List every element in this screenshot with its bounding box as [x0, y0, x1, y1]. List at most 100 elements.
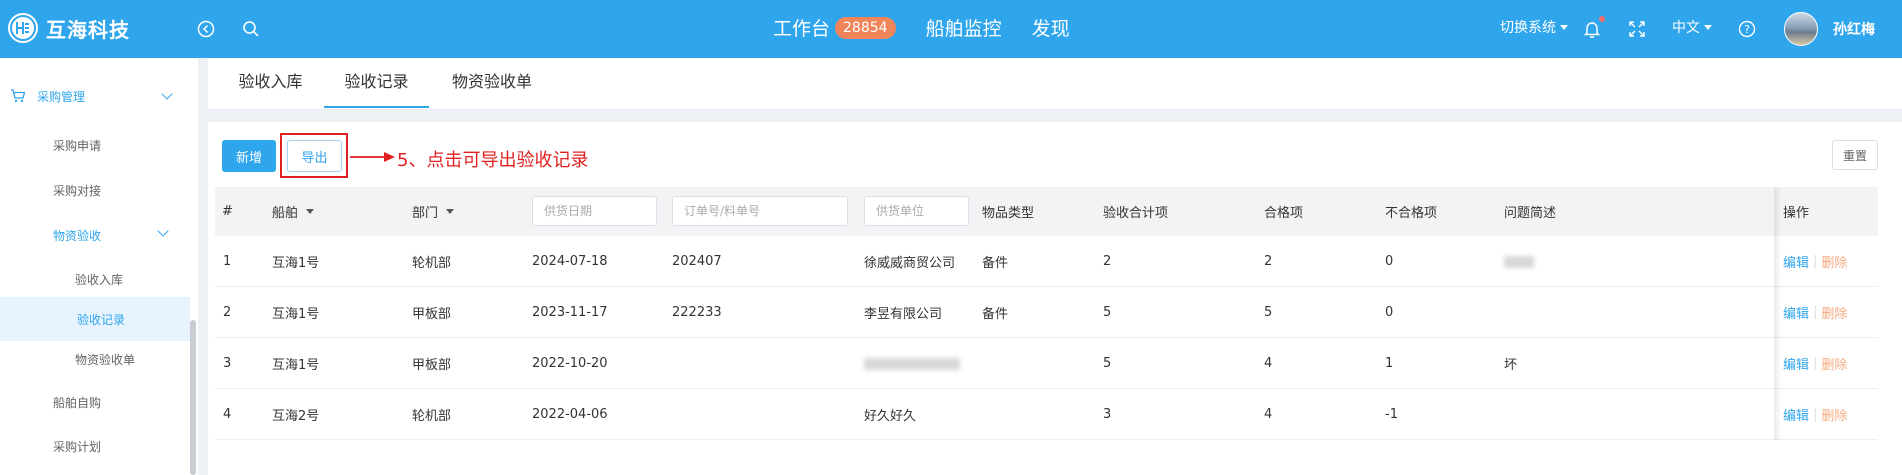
table-header: # 船舶 部门 物品类型 验收合计项 合格项 不合格项 问题简述 操作	[215, 187, 1878, 236]
cell-category: 备件	[982, 256, 1009, 271]
chevron-down-icon	[161, 88, 173, 100]
export-highlight-box	[280, 133, 348, 178]
cell-total: 5	[1103, 305, 1112, 320]
col-total: 验收合计项	[1103, 206, 1169, 221]
col-dept[interactable]: 部门	[412, 187, 455, 236]
col-qualified: 合格项	[1264, 206, 1304, 221]
cell-date: 2024-07-18	[532, 254, 608, 269]
sidebar-item-label: 采购对接	[53, 183, 102, 198]
workbench-badge: 28854	[835, 16, 896, 39]
nav-workbench[interactable]: 工作台 28854	[773, 14, 896, 41]
username[interactable]: 孙红梅	[1833, 19, 1875, 39]
cell-qualified: 4	[1264, 407, 1273, 422]
table-row: 3 互海1号 甲板部 2022-10-20 5 4 1 坏 编辑 | 删除	[215, 338, 1878, 389]
cell-qualified: 4	[1264, 356, 1273, 371]
col-unqualified: 不合格项	[1385, 206, 1438, 221]
cell-order: 222233	[672, 305, 722, 320]
cell-index: 1	[223, 254, 232, 269]
reset-button[interactable]: 重置	[1832, 140, 1878, 170]
chevron-down-icon	[1704, 24, 1712, 30]
logo-icon	[8, 13, 38, 43]
chevron-down-icon	[157, 225, 169, 237]
sidebar-scrollbar[interactable]	[190, 320, 196, 475]
table-row: 1 互海1号 轮机部 2024-07-18 202407 徐威威商贸公司 备件 …	[215, 236, 1878, 287]
col-ship[interactable]: 船舶	[272, 187, 315, 236]
sidebar: 采购管理 采购申请 采购对接 物资验收 验收入库 验收记录 物资验收单 船舶自购…	[0, 58, 198, 475]
tab-acceptance-storage[interactable]: 验收入库	[223, 58, 318, 106]
nav-ship-monitor[interactable]: 船舶监控	[926, 14, 1002, 41]
search-icon[interactable]	[239, 17, 263, 41]
add-button[interactable]: 新增	[222, 140, 276, 172]
delete-link[interactable]: 删除	[1821, 405, 1847, 424]
sidebar-item-label: 物资验收	[53, 228, 102, 243]
supply-date-filter[interactable]	[532, 196, 657, 226]
delete-link[interactable]: 删除	[1821, 252, 1847, 271]
back-circle-icon[interactable]	[194, 17, 218, 41]
top-header: 互海科技 工作台 28854 船舶监控 发现 切换系统 中文 ? 孙红梅	[0, 0, 1902, 58]
order-number-filter[interactable]	[672, 196, 848, 226]
cell-dept: 轮机部	[412, 409, 452, 424]
tab-acceptance-forms[interactable]: 物资验收单	[440, 58, 544, 106]
caret-down-icon	[446, 209, 455, 214]
sidebar-item-purchase-docking[interactable]: 采购对接	[0, 168, 190, 212]
cell-index: 4	[223, 407, 232, 422]
bell-icon[interactable]	[1580, 16, 1605, 41]
action-separator: |	[1813, 254, 1818, 269]
col-issue: 问题简述	[1504, 206, 1557, 221]
edit-link[interactable]: 编辑	[1783, 354, 1809, 373]
delete-link[interactable]: 删除	[1821, 354, 1847, 373]
sidebar-item-purchase-request[interactable]: 采购申请	[0, 123, 190, 167]
action-separator: |	[1813, 407, 1818, 422]
cell-issue: 坏	[1504, 358, 1518, 373]
col-ship-label: 船舶	[272, 206, 299, 221]
sidebar-item-acceptance-forms[interactable]: 物资验收单	[0, 337, 190, 381]
cell-dept: 轮机部	[412, 256, 452, 271]
cell-ship: 互海1号	[272, 358, 320, 373]
sidebar-item-ship-self-purchase[interactable]: 船舶自购	[0, 380, 190, 424]
cell-date: 2023-11-17	[532, 305, 608, 320]
cell-issue-redacted	[1504, 236, 1534, 287]
sidebar-item-label: 采购管理	[37, 89, 86, 104]
sidebar-item-acceptance-records[interactable]: 验收记录	[0, 297, 190, 341]
edit-link[interactable]: 编辑	[1783, 303, 1809, 322]
edit-link[interactable]: 编辑	[1783, 405, 1809, 424]
cell-actions: 编辑 | 删除	[1783, 236, 1847, 287]
cell-supplier: 徐威威商贸公司	[864, 256, 956, 271]
sidebar-item-material-acceptance[interactable]: 物资验收	[0, 213, 190, 257]
cell-supplier-redacted	[864, 338, 960, 389]
brand-logo[interactable]: 互海科技	[8, 13, 130, 43]
fullscreen-icon[interactable]	[1625, 17, 1649, 41]
nav-discover[interactable]: 发现	[1032, 14, 1070, 41]
sidebar-item-purchase-management[interactable]: 采购管理	[0, 74, 190, 118]
table-row: 2 互海1号 甲板部 2023-11-17 222233 李昱有限公司 备件 5…	[215, 287, 1878, 338]
cell-total: 2	[1103, 254, 1112, 269]
edit-link[interactable]: 编辑	[1783, 252, 1809, 271]
cell-order: 202407	[672, 254, 722, 269]
tab-acceptance-records[interactable]: 验收记录	[324, 58, 429, 108]
cell-total: 5	[1103, 356, 1112, 371]
language-menu[interactable]: 中文	[1672, 17, 1712, 37]
cell-index: 3	[223, 356, 232, 371]
cell-ship: 互海2号	[272, 409, 320, 424]
annotation-text: 5、点击可导出验收记录	[397, 150, 589, 171]
cell-supplier: 李昱有限公司	[864, 307, 943, 322]
help-icon[interactable]: ?	[1735, 17, 1759, 41]
sidebar-item-label: 物资验收单	[75, 352, 136, 367]
caret-down-icon	[306, 209, 315, 214]
switch-system-label: 切换系统	[1500, 20, 1556, 36]
delete-link[interactable]: 删除	[1821, 303, 1847, 322]
cell-ship: 互海1号	[272, 307, 320, 322]
col-category: 物品类型	[982, 206, 1035, 221]
cell-qualified: 5	[1264, 305, 1273, 320]
cell-dept: 甲板部	[412, 358, 452, 373]
supplier-filter[interactable]	[864, 196, 969, 226]
svg-text:?: ?	[1744, 23, 1750, 36]
sidebar-item-label: 采购计划	[53, 439, 102, 454]
notification-dot	[1599, 16, 1605, 22]
cell-unqualified: 1	[1385, 356, 1394, 371]
sidebar-item-acceptance-storage[interactable]: 验收入库	[0, 257, 190, 301]
sidebar-item-purchase-plan[interactable]: 采购计划	[0, 424, 190, 468]
avatar[interactable]	[1784, 12, 1818, 46]
switch-system-menu[interactable]: 切换系统	[1500, 17, 1568, 37]
table-row: 4 互海2号 轮机部 2022-04-06 好久好久 3 4 -1 编辑 | 删…	[215, 389, 1878, 440]
